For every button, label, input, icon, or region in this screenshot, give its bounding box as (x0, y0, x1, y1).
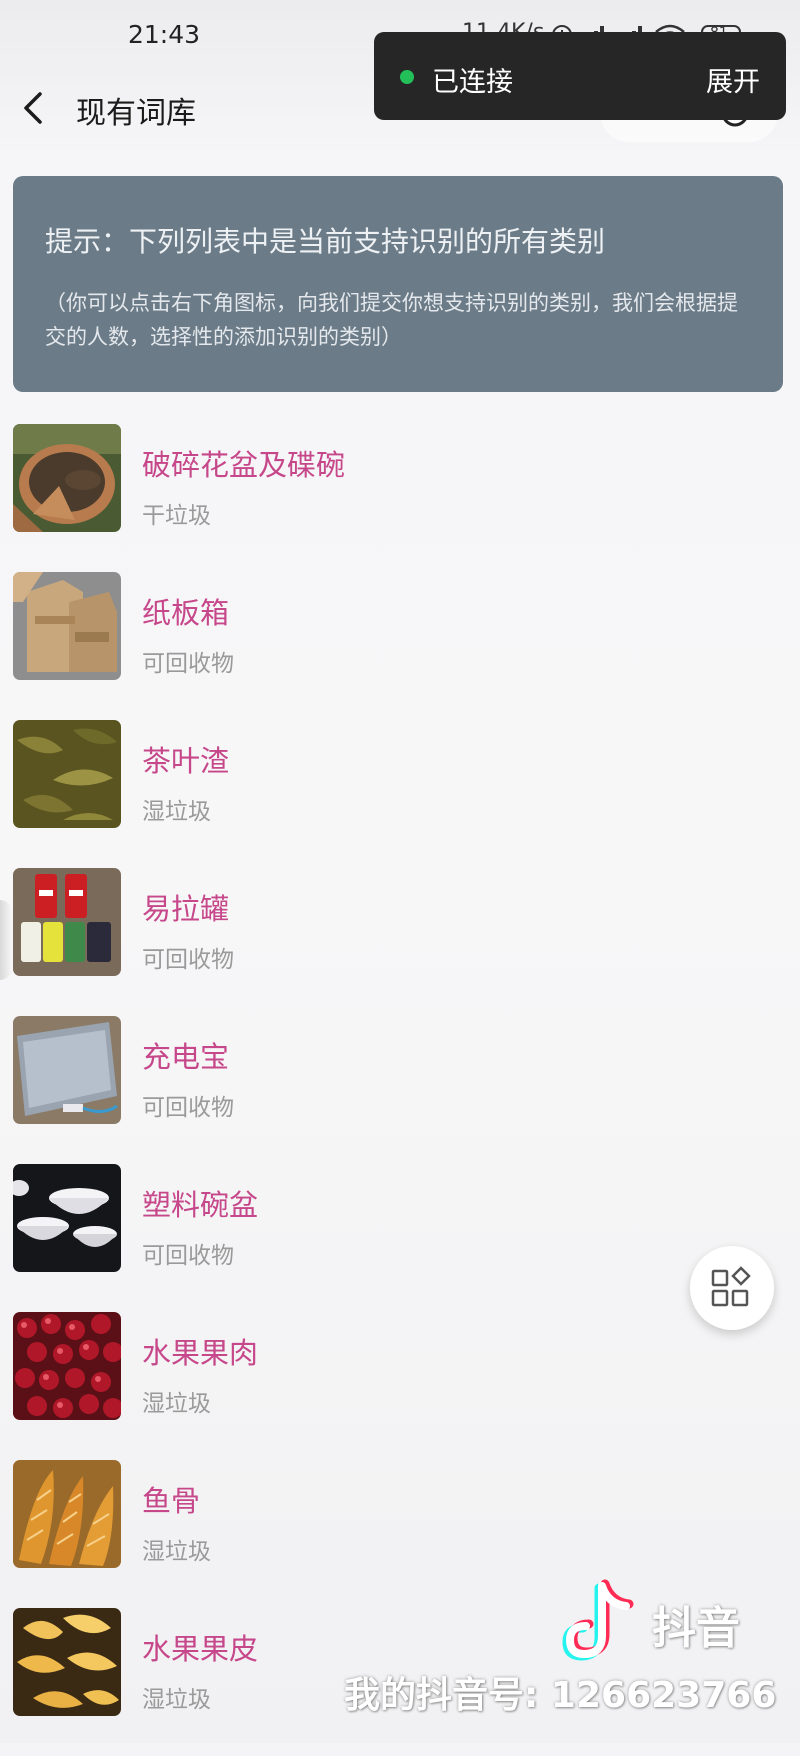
item-name: 塑料碗盆 (142, 1188, 259, 1222)
grid-apps-icon (711, 1266, 751, 1307)
back-arrow-icon (24, 92, 42, 124)
item-name: 鱼骨 (142, 1484, 201, 1518)
douyin-brand: 抖音 (652, 1603, 740, 1654)
expand-button[interactable]: 展开 (706, 60, 760, 99)
douyin-account: 我的抖音号: 126623766 (344, 1675, 777, 1716)
item-category: 可回收物 (142, 1095, 234, 1121)
item-category: 干垃圾 (142, 503, 211, 529)
item-name: 充电宝 (142, 1040, 230, 1074)
tip-description: （你可以点击右下角图标，向我们提交你想支持识别的类别，我们会根据提交的人数，选择… (45, 291, 738, 349)
tip-title: 提示：下列列表中是当前支持识别的所有类别 (45, 225, 606, 258)
item-name: 纸板箱 (142, 596, 230, 630)
item-image-cherries (13, 1312, 121, 1420)
page-title: 现有词库 (76, 96, 196, 131)
list-item[interactable]: 水果果肉 湿垃圾 (0, 1312, 800, 1460)
item-image-fruit-peel (13, 1608, 121, 1716)
back-button[interactable] (14, 86, 54, 130)
item-category: 可回收物 (142, 651, 234, 677)
connected-dot-icon (400, 70, 414, 84)
item-image-plastic-bowls (13, 1164, 121, 1272)
item-name: 水果果皮 (142, 1632, 259, 1666)
tip-card: 提示：下列列表中是当前支持识别的所有类别 （你可以点击右下角图标，向我们提交你想… (13, 176, 783, 392)
connection-status: 已连接 (432, 67, 513, 98)
list-item[interactable]: 充电宝 可回收物 (0, 1016, 800, 1164)
item-image-power-bank (13, 1016, 121, 1124)
item-name: 破碎花盆及碟碗 (142, 448, 346, 482)
item-category: 湿垃圾 (142, 1539, 211, 1565)
submit-category-button[interactable] (690, 1246, 774, 1330)
item-category: 湿垃圾 (142, 1687, 211, 1713)
item-name: 茶叶渣 (142, 744, 230, 778)
item-name: 水果果肉 (142, 1336, 259, 1370)
item-category: 可回收物 (142, 1243, 234, 1269)
item-category: 湿垃圾 (142, 1391, 211, 1417)
list-item[interactable]: 易拉罐 可回收物 (0, 868, 800, 1016)
douyin-logo-icon (562, 1579, 634, 1661)
item-image-cardboard-boxes (13, 572, 121, 680)
item-image-broken-flowerpot (13, 424, 121, 532)
list-item[interactable]: 纸板箱 可回收物 (0, 572, 800, 720)
item-name: 易拉罐 (142, 892, 230, 926)
list-item[interactable]: 茶叶渣 湿垃圾 (0, 720, 800, 868)
list-item[interactable]: 破碎花盆及碟碗 干垃圾 (0, 424, 800, 572)
list-item[interactable]: 鱼骨 湿垃圾 (0, 1460, 800, 1608)
item-category: 可回收物 (142, 947, 234, 973)
item-category: 湿垃圾 (142, 799, 211, 825)
item-image-cans (13, 868, 121, 976)
item-image-tea-leaves (13, 720, 121, 828)
status-time: 21:43 (128, 20, 201, 49)
list-item[interactable]: 塑料碗盆 可回收物 (0, 1164, 800, 1312)
connection-toast: 已连接 展开 (374, 32, 786, 120)
item-image-fish-bones (13, 1460, 121, 1568)
